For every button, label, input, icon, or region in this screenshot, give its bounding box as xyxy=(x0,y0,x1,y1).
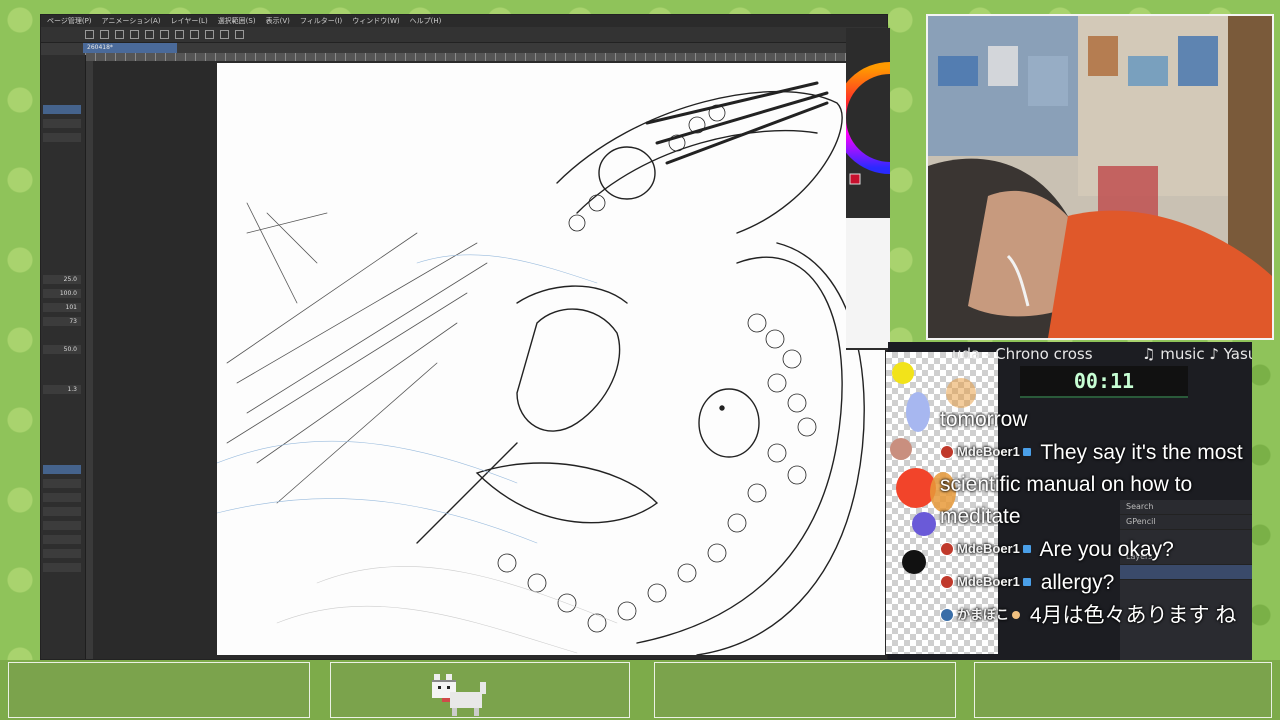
ruler-icon[interactable] xyxy=(235,30,244,39)
subscriber-badge-icon xyxy=(1022,545,1031,553)
chat-overlay: tomorrow MdeBoer1 They say it's the most… xyxy=(940,404,1252,632)
chat-username: MdeBoer1 xyxy=(940,533,1031,565)
avatar xyxy=(940,542,954,556)
chat-username: MdeBoer1 xyxy=(940,566,1031,598)
angle-value[interactable]: 1.3 xyxy=(43,385,81,394)
document-tab[interactable]: 260418* xyxy=(83,43,177,53)
tool-property-panel: 25.0 100.0 101 73 50.0 1.3 xyxy=(41,55,86,659)
chat-message: MdeBoer1 They say it's the most scientif… xyxy=(940,436,1252,533)
sketch-artwork xyxy=(217,81,865,655)
new-file-icon[interactable] xyxy=(85,30,94,39)
palette-swatch-brown[interactable] xyxy=(890,438,912,460)
subtool-row[interactable] xyxy=(43,563,81,572)
now-playing-ticker: uda - Chrono cross ♫ music ♪ Yasu xyxy=(952,342,1252,366)
menu-item-help[interactable]: ヘルプ(H) xyxy=(410,15,442,27)
alert-slot xyxy=(8,662,310,718)
menu-item-page[interactable]: ページ管理(P) xyxy=(47,15,92,27)
chat-username-text: かまぼこ xyxy=(957,607,1010,622)
brush-size-value[interactable]: 25.0 xyxy=(43,275,81,284)
open-file-icon[interactable] xyxy=(100,30,109,39)
stream-timer: 00:11 xyxy=(1020,366,1188,398)
color-wheel-widget[interactable] xyxy=(834,28,891,350)
menu-item-animation[interactable]: アニメーション(A) xyxy=(102,15,161,27)
subtool-row[interactable] xyxy=(43,507,81,516)
subtool-row[interactable] xyxy=(43,549,81,558)
menu-item-filter[interactable]: フィルター(I) xyxy=(300,15,342,27)
subtool-row-selected[interactable] xyxy=(43,465,81,474)
menu-bar: ページ管理(P) アニメーション(A) レイヤー(L) 選択範囲(S) 表示(V… xyxy=(41,15,887,27)
settings-icon[interactable] xyxy=(160,30,169,39)
palette-swatch-lavender[interactable] xyxy=(906,392,930,432)
tool-row-selected[interactable] xyxy=(43,105,81,114)
chat-message: MdeBoer1 allergy? xyxy=(940,566,1252,599)
webcam-feed xyxy=(926,14,1274,340)
chat-username: MdeBoer1 xyxy=(940,436,1031,468)
chat-message: かまぼこ 4月は色々あります ね xyxy=(940,599,1252,632)
save-icon[interactable] xyxy=(115,30,124,39)
primary-color-swatch xyxy=(849,173,861,185)
transform-icon[interactable] xyxy=(190,30,199,39)
subscriber-badge-icon xyxy=(1022,578,1031,586)
chat-message: tomorrow xyxy=(940,404,1252,436)
subtool-row[interactable] xyxy=(43,535,81,544)
chat-username-text: MdeBoer1 xyxy=(957,541,1020,556)
drawing-canvas[interactable] xyxy=(217,63,885,655)
palette-swatch-yellow[interactable] xyxy=(892,362,914,384)
avatar xyxy=(940,608,954,622)
drawing-app-window: ページ管理(P) アニメーション(A) レイヤー(L) 選択範囲(S) 表示(V… xyxy=(40,14,888,660)
clear-icon[interactable] xyxy=(175,30,184,39)
chat-username-text: MdeBoer1 xyxy=(957,574,1020,589)
chat-message: MdeBoer1 Are you okay? xyxy=(940,533,1252,566)
selection-icon[interactable] xyxy=(205,30,214,39)
alert-slot xyxy=(974,662,1272,718)
tool-row[interactable] xyxy=(43,133,81,142)
right-dock-panel xyxy=(834,28,891,350)
pixel-cat-icon xyxy=(432,674,486,716)
palette-swatch-purple[interactable] xyxy=(912,512,936,536)
undo-icon[interactable] xyxy=(130,30,139,39)
badge-icon xyxy=(1012,611,1021,619)
menu-item-layer[interactable]: レイヤー(L) xyxy=(171,15,208,27)
opacity-value[interactable]: 100.0 xyxy=(43,289,81,298)
redo-icon[interactable] xyxy=(145,30,154,39)
subtool-row[interactable] xyxy=(43,493,81,502)
subtool-row[interactable] xyxy=(43,479,81,488)
avatar xyxy=(940,445,954,459)
chat-username: かまぼこ xyxy=(940,599,1021,631)
webcam-image xyxy=(928,16,1272,338)
chat-message-text: tomorrow xyxy=(940,408,1028,431)
menu-item-window[interactable]: ウィンドウ(W) xyxy=(352,15,399,27)
pen-icon[interactable] xyxy=(220,30,229,39)
avatar xyxy=(940,575,954,589)
density-value[interactable]: 73 xyxy=(43,317,81,326)
alert-slot xyxy=(654,662,956,718)
ticker-track-name: uda - Chrono cross xyxy=(952,345,1093,363)
chat-message-text: allergy? xyxy=(1040,571,1115,594)
subscriber-badge-icon xyxy=(1022,448,1031,456)
menu-item-selection[interactable]: 選択範囲(S) xyxy=(218,15,256,27)
subtool-row[interactable] xyxy=(43,521,81,530)
ticker-music-credit: ♫ music ♪ Yasu xyxy=(1142,345,1252,363)
horizontal-ruler xyxy=(85,53,885,61)
toolbar xyxy=(41,27,887,43)
palette-swatch-black[interactable] xyxy=(902,550,926,574)
stabilization-value[interactable]: 50.0 xyxy=(43,345,81,354)
tool-row[interactable] xyxy=(43,119,81,128)
chat-message-text: Are you okay? xyxy=(1039,538,1174,561)
chat-message-text: 4月は色々あります ね xyxy=(1029,604,1237,627)
chat-username-text: MdeBoer1 xyxy=(957,444,1020,459)
menu-item-view[interactable]: 表示(V) xyxy=(266,15,290,27)
hardness-value[interactable]: 101 xyxy=(43,303,81,312)
